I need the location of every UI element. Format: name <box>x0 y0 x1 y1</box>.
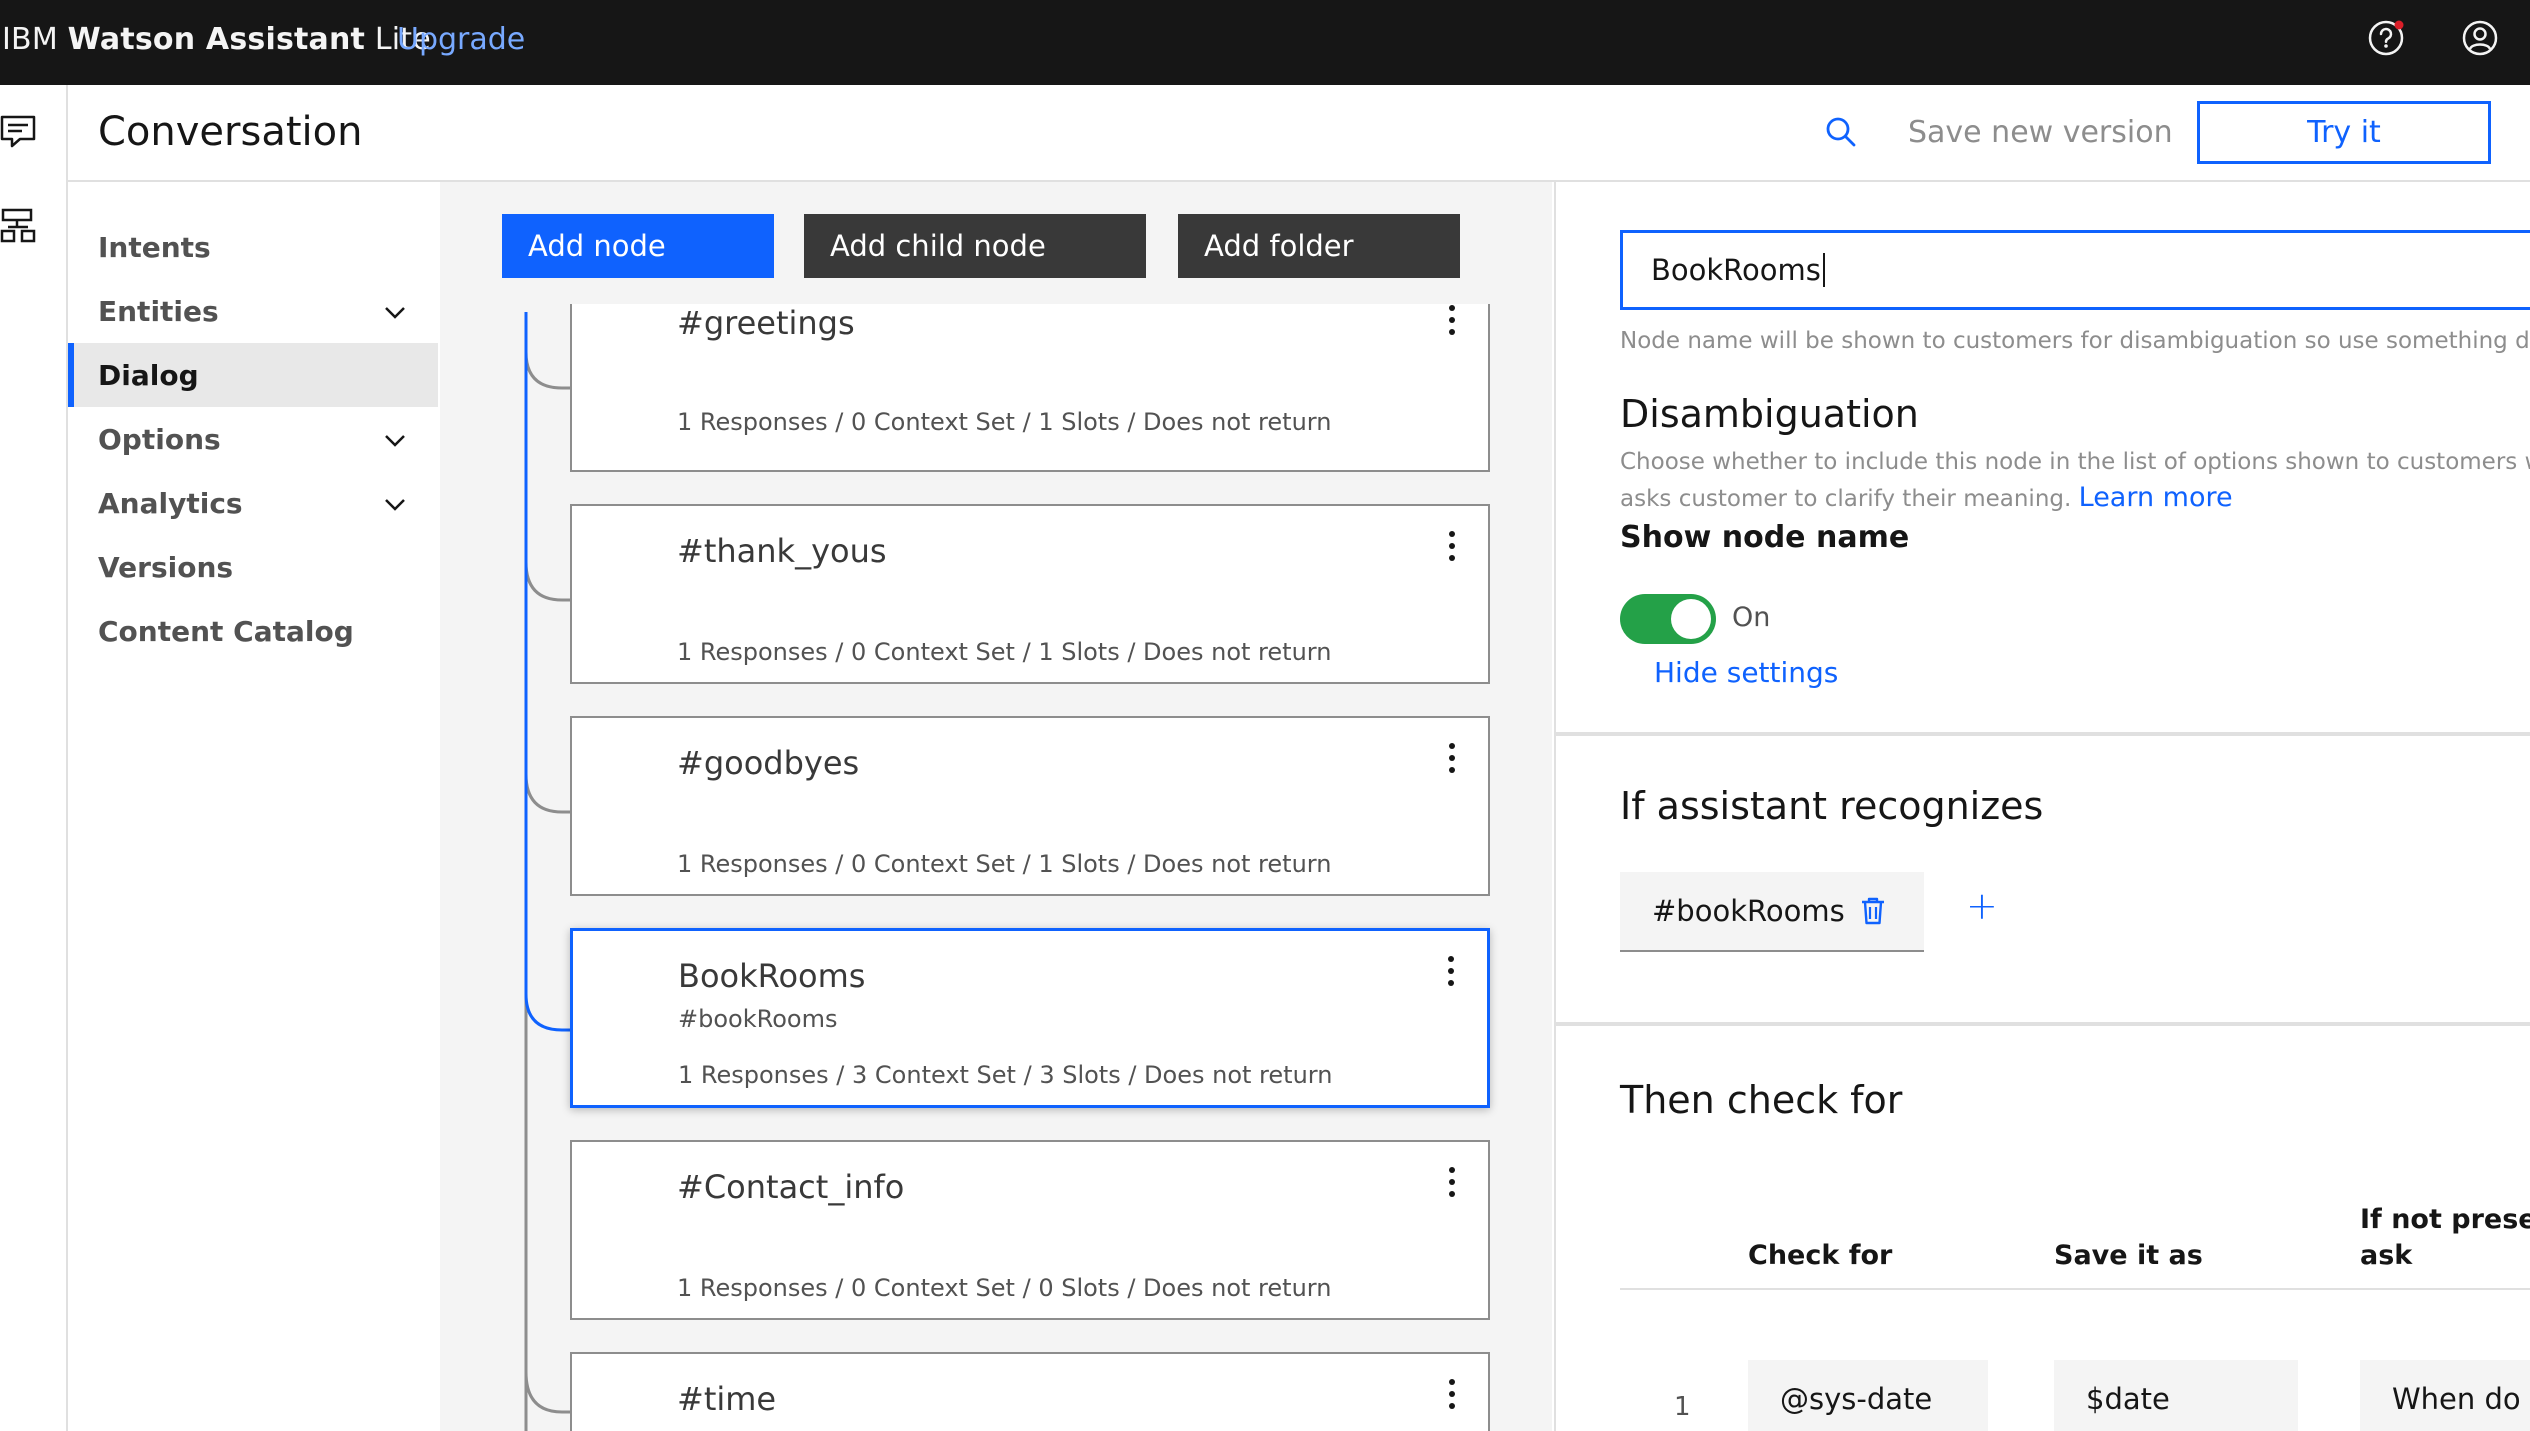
slot-check-for-value: @sys-date <box>1780 1382 1933 1416</box>
slot-row-number: 1 <box>1674 1392 1691 1422</box>
node-meta: 1 Responses / 0 Context Set / 0 Slots / … <box>677 1274 1332 1302</box>
column-header-check-for: Check for <box>1748 1240 1893 1271</box>
save-new-version-button[interactable]: Save new version <box>1908 115 2173 150</box>
upgrade-link[interactable]: Upgrade <box>397 22 525 57</box>
node-title: #thank_yous <box>677 532 887 570</box>
slot-ask-value: When do yo <box>2392 1382 2530 1416</box>
condition-value: #bookRooms <box>1652 894 1845 928</box>
show-node-name-label: Show node name <box>1620 520 1910 555</box>
nav-item-dialog[interactable]: Dialog <box>68 343 438 407</box>
node-title: #time <box>677 1380 777 1418</box>
dialog-node-goodbyes[interactable]: #goodbyes 1 Responses / 0 Context Set / … <box>570 716 1490 896</box>
trash-icon[interactable] <box>1856 894 1890 928</box>
column-header-line1: If not presen <box>2360 1204 2530 1235</box>
product-brand[interactable]: IBM Watson Assistant Lite <box>2 22 431 57</box>
chevron-down-icon <box>385 307 405 319</box>
node-title: #greetings <box>677 304 855 342</box>
text-caret <box>1822 253 1825 287</box>
nav-item-label: Content Catalog <box>98 614 354 648</box>
add-condition-button[interactable]: + <box>1966 884 1998 928</box>
condition-chip[interactable]: #bookRooms <box>1620 872 1924 952</box>
learn-more-link[interactable]: Learn more <box>2079 482 2233 513</box>
help-icon[interactable] <box>2362 14 2410 62</box>
add-folder-button[interactable]: Add folder <box>1178 214 1460 278</box>
toggle-state-label: On <box>1732 602 1771 633</box>
node-editor-panel: BookRooms Node name will be shown to cus… <box>1554 182 2530 1431</box>
nav-item-label: Entities <box>98 294 219 328</box>
desc-text: asks customer to clarify their meaning. <box>1620 486 2072 512</box>
overflow-menu-icon[interactable] <box>1441 953 1461 993</box>
left-rail <box>0 85 68 1431</box>
node-name-input[interactable]: BookRooms <box>1620 230 2530 310</box>
page-title: Conversation <box>98 109 363 155</box>
nav-item-versions[interactable]: Versions <box>68 535 438 599</box>
node-meta: 1 Responses / 0 Context Set / 1 Slots / … <box>677 850 1332 878</box>
disambiguation-desc-line1: Choose whether to include this node in t… <box>1620 449 2530 475</box>
node-title: #Contact_info <box>677 1168 905 1206</box>
disambiguation-desc-line2: asks customer to clarify their meaning. … <box>1620 480 2233 517</box>
dialog-tree-canvas[interactable]: Add node Add child node Add folder #gree… <box>440 182 1552 1431</box>
add-child-node-button[interactable]: Add child node <box>804 214 1146 278</box>
try-it-button[interactable]: Try it <box>2197 101 2491 164</box>
nav-item-analytics[interactable]: Analytics <box>68 471 438 535</box>
nav-item-intents[interactable]: Intents <box>68 215 438 279</box>
node-meta: 1 Responses / 0 Context Set / 1 Slots / … <box>677 638 1332 666</box>
slot-check-for-input[interactable]: @sys-date <box>1748 1360 1988 1431</box>
dialog-node-greetings[interactable]: #greetings 1 Responses / 0 Context Set /… <box>570 304 1490 472</box>
node-title: BookRooms <box>678 957 866 995</box>
column-header-save-it-as: Save it as <box>2054 1240 2203 1271</box>
page-header: Conversation Save new version Try it <box>68 85 2530 182</box>
node-name-value: BookRooms <box>1651 253 1821 287</box>
nav-item-options[interactable]: Options <box>68 407 438 471</box>
skills-icon[interactable] <box>0 207 40 247</box>
nav-item-label: Options <box>98 422 221 456</box>
then-check-for-title: Then check for <box>1620 1078 1903 1122</box>
nav-item-label: Versions <box>98 550 234 584</box>
section-divider <box>1556 1022 2530 1026</box>
user-avatar-icon[interactable] <box>2456 14 2504 62</box>
nav-item-label: Intents <box>98 230 211 264</box>
slot-save-as-value: $date <box>2086 1382 2170 1416</box>
nav-item-content-catalog[interactable]: Content Catalog <box>68 599 438 663</box>
brand-product: Watson Assistant <box>67 22 366 57</box>
top-bar: IBM Watson Assistant Lite Upgrade <box>0 0 2530 85</box>
dialog-node-contact-info[interactable]: #Contact_info 1 Responses / 0 Context Se… <box>570 1140 1490 1320</box>
hide-settings-link[interactable]: Hide settings <box>1654 656 1838 689</box>
chevron-down-icon <box>385 499 405 511</box>
nav-item-label: Analytics <box>98 486 243 520</box>
slot-ask-input[interactable]: When do yo <box>2360 1360 2530 1431</box>
dialog-node-time[interactable]: #time <box>570 1352 1490 1431</box>
chevron-down-icon <box>385 435 405 447</box>
nav-item-label: Dialog <box>98 358 199 392</box>
overflow-menu-icon[interactable] <box>1442 1164 1462 1204</box>
disambiguation-title: Disambiguation <box>1620 392 1919 436</box>
node-title: #goodbyes <box>677 744 860 782</box>
table-header-divider <box>1620 1288 2530 1290</box>
dialog-node-thank-yous[interactable]: #thank_yous 1 Responses / 0 Context Set … <box>570 504 1490 684</box>
add-node-button[interactable]: Add node <box>502 214 774 278</box>
node-condition: #bookRooms <box>678 1005 838 1033</box>
column-header-line2: ask <box>2360 1240 2413 1271</box>
node-meta: 1 Responses / 3 Context Set / 3 Slots / … <box>678 1061 1333 1089</box>
overflow-menu-icon[interactable] <box>1442 740 1462 780</box>
slot-save-as-input[interactable]: $date <box>2054 1360 2298 1431</box>
overflow-menu-icon[interactable] <box>1442 1376 1462 1416</box>
overflow-menu-icon[interactable] <box>1442 528 1462 568</box>
nav-item-entities[interactable]: Entities <box>68 279 438 343</box>
node-meta: 1 Responses / 0 Context Set / 1 Slots / … <box>677 408 1332 436</box>
search-icon[interactable] <box>1820 111 1864 155</box>
overflow-menu-icon[interactable] <box>1442 302 1462 342</box>
column-header-if-not-present: If not presen ask <box>2360 1202 2530 1274</box>
node-name-helper-text: Node name will be shown to customers for… <box>1620 328 2530 354</box>
brand-prefix: IBM <box>2 22 68 57</box>
if-recognizes-title: If assistant recognizes <box>1620 784 2044 828</box>
tree-connector-lines <box>524 312 572 1431</box>
dialog-node-bookrooms[interactable]: BookRooms #bookRooms 1 Responses / 3 Con… <box>570 928 1490 1108</box>
section-divider <box>1556 732 2530 736</box>
show-node-name-toggle[interactable] <box>1620 594 1716 644</box>
chat-icon[interactable] <box>0 111 40 151</box>
toggle-knob <box>1671 599 1711 639</box>
